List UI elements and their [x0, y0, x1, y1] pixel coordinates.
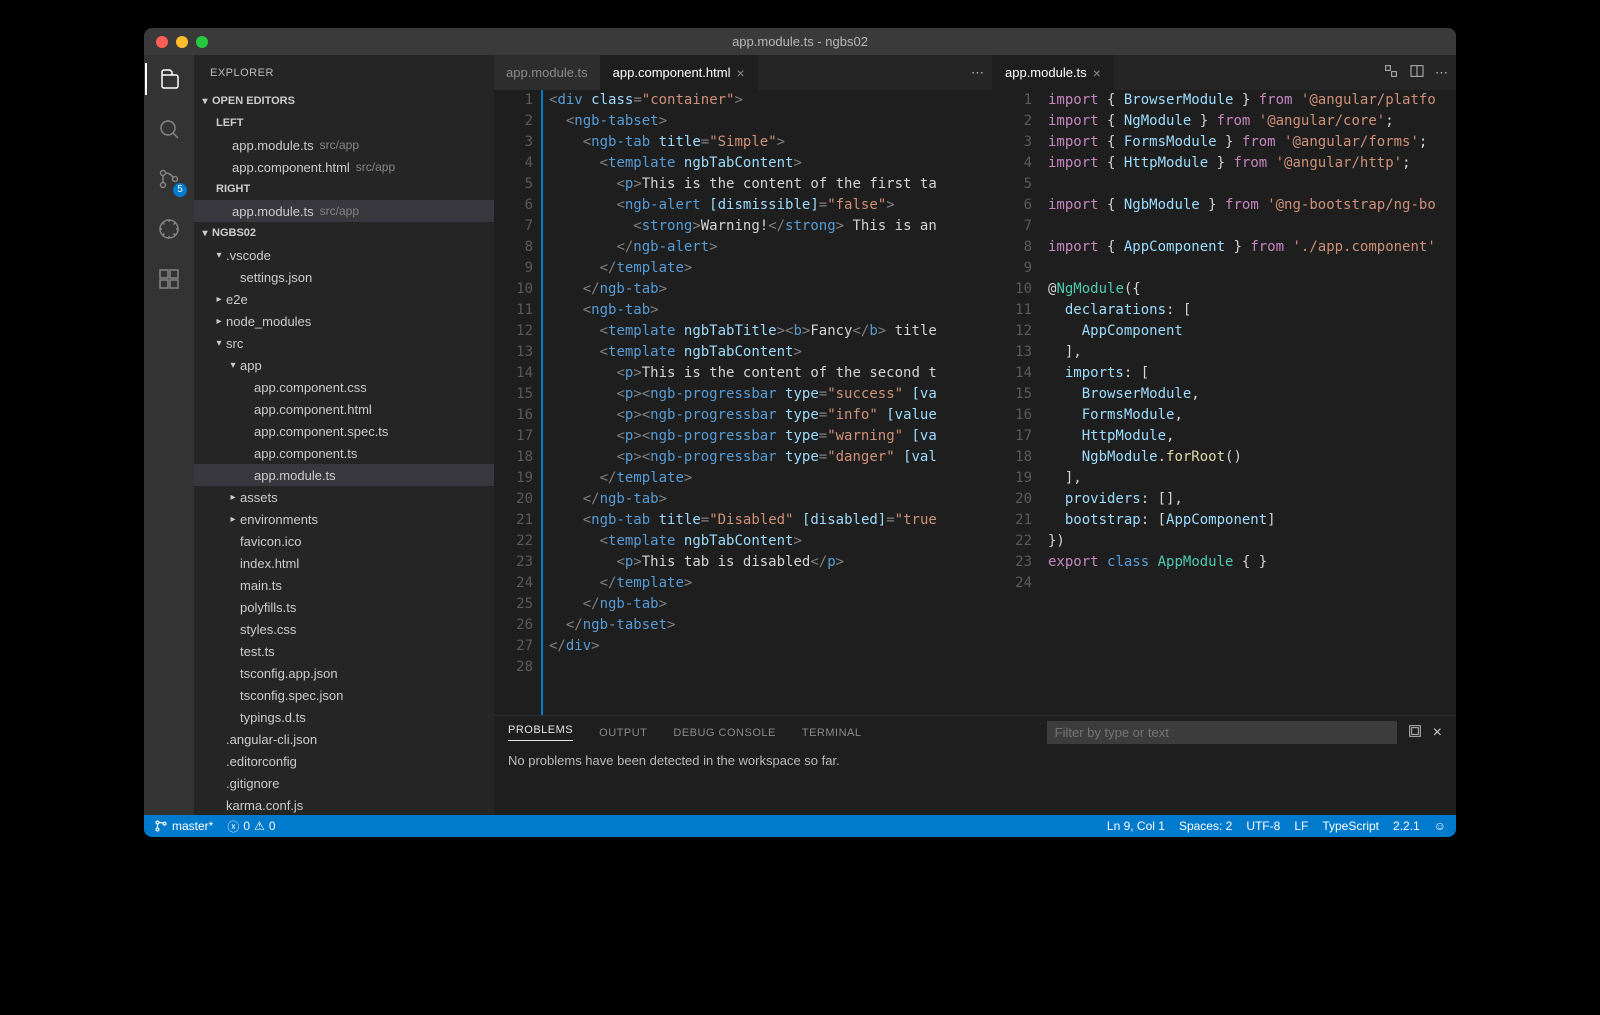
panel-tabs: PROBLEMS OUTPUT DEBUG CONSOLE TERMINAL × — [494, 716, 1456, 749]
tree-file[interactable]: favicon.ico — [194, 530, 494, 552]
tab-problems[interactable]: PROBLEMS — [508, 724, 573, 741]
tab-terminal[interactable]: TERMINAL — [802, 727, 862, 739]
status-branch[interactable]: master* — [154, 819, 213, 833]
close-window-button[interactable] — [156, 36, 168, 48]
more-icon[interactable]: ⋯ — [1435, 65, 1448, 81]
tree-file[interactable]: tsconfig.app.json — [194, 662, 494, 684]
tree-folder[interactable]: ▾.vscode — [194, 244, 494, 266]
tree-file[interactable]: styles.css — [194, 618, 494, 640]
panel-filter-input[interactable] — [1047, 721, 1397, 744]
open-editors-left-group[interactable]: LEFT — [194, 112, 494, 134]
maximize-window-button[interactable] — [196, 36, 208, 48]
open-editor-item[interactable]: app.module.tssrc/app — [194, 134, 494, 156]
editor-group-left: app.module.ts app.component.html× ⋯ 1234… — [494, 55, 993, 715]
open-editor-item[interactable]: app.component.htmlsrc/app — [194, 156, 494, 178]
more-icon[interactable]: ⋯ — [971, 65, 984, 81]
tree-folder[interactable]: ▸node_modules — [194, 310, 494, 332]
tree-file[interactable]: .angular-cli.json — [194, 728, 494, 750]
status-bar: master* ⓧ0⚠0 Ln 9, Col 1 Spaces: 2 UTF-8… — [144, 815, 1456, 837]
split-icon[interactable] — [1409, 63, 1425, 82]
vscode-window: app.module.ts - ngbs02 5 EXPLORER ▾OPEN … — [144, 28, 1456, 837]
tree-file[interactable]: settings.json — [194, 266, 494, 288]
tree-file[interactable]: karma.conf.js — [194, 794, 494, 815]
tab-app-module[interactable]: app.module.ts× — [993, 55, 1114, 90]
tree-folder[interactable]: ▸assets — [194, 486, 494, 508]
tree-folder[interactable]: ▾src — [194, 332, 494, 354]
tree-folder[interactable]: ▾app — [194, 354, 494, 376]
compare-icon[interactable] — [1383, 63, 1399, 82]
tree-file[interactable]: tsconfig.spec.json — [194, 684, 494, 706]
window-title: app.module.ts - ngbs02 — [144, 34, 1456, 49]
tree-file[interactable]: .gitignore — [194, 772, 494, 794]
scm-icon[interactable]: 5 — [145, 163, 193, 195]
sidebar: EXPLORER ▾OPEN EDITORS LEFT app.module.t… — [194, 55, 494, 815]
status-eol[interactable]: LF — [1294, 819, 1308, 833]
tab-app-component-html[interactable]: app.component.html× — [601, 55, 758, 90]
open-editors-right-group[interactable]: RIGHT — [194, 178, 494, 200]
editor-right[interactable]: 123456789101112131415161718192021222324 … — [993, 90, 1456, 715]
tree-file[interactable]: polyfills.ts — [194, 596, 494, 618]
status-language[interactable]: TypeScript — [1322, 819, 1379, 833]
tree-file[interactable]: index.html — [194, 552, 494, 574]
activity-bar: 5 — [144, 55, 194, 815]
tree-file[interactable]: app.module.ts — [194, 464, 494, 486]
tree-folder[interactable]: ▸e2e — [194, 288, 494, 310]
status-ts-version[interactable]: 2.2.1 — [1393, 819, 1420, 833]
project-section[interactable]: ▾NGBS02 — [194, 222, 494, 244]
extensions-icon[interactable] — [145, 263, 193, 295]
code-content[interactable]: import { BrowserModule } from '@angular/… — [1048, 90, 1456, 715]
open-editors-section[interactable]: ▾OPEN EDITORS — [194, 90, 494, 112]
window-controls — [144, 36, 208, 48]
sidebar-title: EXPLORER — [194, 55, 494, 90]
tree-file[interactable]: main.ts — [194, 574, 494, 596]
minimize-window-button[interactable] — [176, 36, 188, 48]
status-cursor[interactable]: Ln 9, Col 1 — [1107, 819, 1165, 833]
tab-debug-console[interactable]: DEBUG CONSOLE — [673, 727, 775, 739]
editor-group-right: app.module.ts× ⋯ 12345678910111213141516… — [993, 55, 1456, 715]
tree-file[interactable]: app.component.css — [194, 376, 494, 398]
tab-bar: app.module.ts app.component.html× ⋯ — [494, 55, 992, 90]
tree-file[interactable]: typings.d.ts — [194, 706, 494, 728]
editor-groups: app.module.ts app.component.html× ⋯ 1234… — [494, 55, 1456, 715]
tree-file[interactable]: app.component.html — [194, 398, 494, 420]
status-encoding[interactable]: UTF-8 — [1246, 819, 1280, 833]
line-gutter: 123456789101112131415161718192021222324 — [993, 90, 1048, 715]
explorer-tree[interactable]: ▾OPEN EDITORS LEFT app.module.tssrc/app … — [194, 90, 494, 815]
tree-file[interactable]: .editorconfig — [194, 750, 494, 772]
status-problems[interactable]: ⓧ0⚠0 — [227, 818, 275, 835]
titlebar: app.module.ts - ngbs02 — [144, 28, 1456, 55]
close-icon[interactable]: × — [1093, 65, 1101, 81]
close-panel-icon[interactable]: × — [1433, 724, 1442, 742]
tree-folder[interactable]: ▸environments — [194, 508, 494, 530]
editor-left[interactable]: 1234567891011121314151617181920212223242… — [494, 90, 992, 715]
explorer-icon[interactable] — [145, 63, 193, 95]
scm-badge: 5 — [173, 183, 187, 197]
bottom-panel: PROBLEMS OUTPUT DEBUG CONSOLE TERMINAL ×… — [494, 715, 1456, 815]
status-spaces[interactable]: Spaces: 2 — [1179, 819, 1232, 833]
workbench: 5 EXPLORER ▾OPEN EDITORS LEFT app.module… — [144, 55, 1456, 815]
editor-actions: ⋯ — [971, 55, 992, 90]
tree-file[interactable]: app.component.ts — [194, 442, 494, 464]
editor-actions: ⋯ — [1383, 55, 1456, 90]
debug-icon[interactable] — [145, 213, 193, 245]
feedback-icon[interactable]: ☺ — [1434, 819, 1446, 833]
tree-file[interactable]: test.ts — [194, 640, 494, 662]
maximize-panel-icon[interactable] — [1407, 723, 1423, 742]
close-icon[interactable]: × — [736, 65, 744, 81]
open-editor-item[interactable]: app.module.tssrc/app — [194, 200, 494, 222]
search-icon[interactable] — [145, 113, 193, 145]
editor-region: app.module.ts app.component.html× ⋯ 1234… — [494, 55, 1456, 815]
tab-output[interactable]: OUTPUT — [599, 727, 647, 739]
tab-bar: app.module.ts× ⋯ — [993, 55, 1456, 90]
tab-app-module[interactable]: app.module.ts — [494, 55, 601, 90]
problems-message: No problems have been detected in the wo… — [494, 749, 1456, 815]
tree-file[interactable]: app.component.spec.ts — [194, 420, 494, 442]
code-content[interactable]: <div class="container"> <ngb-tabset> <ng… — [541, 90, 992, 715]
